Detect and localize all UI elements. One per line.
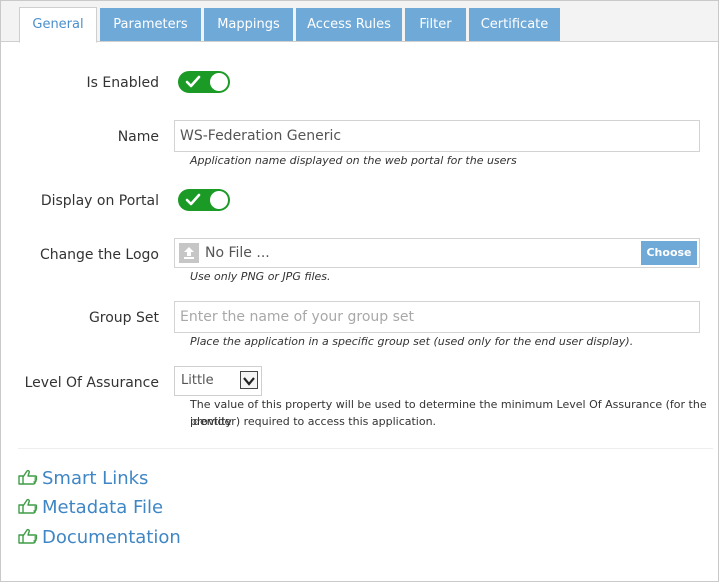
tab-general[interactable]: General [19, 7, 97, 43]
documentation-link[interactable]: Documentation [18, 526, 181, 550]
thumbs-up-icon [18, 498, 38, 514]
name-label: Name [117, 129, 159, 145]
thumbs-up-icon [18, 528, 38, 544]
level-of-assurance-select[interactable]: Little [174, 366, 262, 396]
toggle-knob [210, 73, 228, 91]
name-input[interactable]: WS-Federation Generic [174, 120, 700, 152]
group-set-label: Group Set [88, 310, 159, 326]
smart-links-link[interactable]: Smart Links [18, 467, 148, 491]
chevron-down-icon[interactable] [240, 371, 258, 389]
level-of-assurance-value: Little [181, 373, 214, 388]
level-of-assurance-label: Level Of Assurance [24, 375, 159, 391]
change-logo-label: Change the Logo [39, 247, 159, 263]
metadata-file-link[interactable]: Metadata File [18, 496, 163, 520]
smart-links-label: Smart Links [42, 468, 149, 489]
is-enabled-label: Is Enabled [86, 75, 159, 91]
group-set-help: Place the application in a specific grou… [190, 335, 634, 348]
display-on-portal-toggle[interactable] [178, 189, 230, 211]
documentation-label: Documentation [42, 527, 181, 548]
check-icon [185, 75, 201, 88]
metadata-file-label: Metadata File [42, 497, 164, 518]
name-help: Application name displayed on the web po… [190, 154, 517, 167]
upload-icon [179, 243, 199, 263]
logo-file-input[interactable]: No File ... Choose [174, 238, 700, 268]
level-of-assurance-help-line2: provider) required to access this applic… [190, 415, 437, 428]
section-divider [18, 448, 713, 449]
tab-access-rules[interactable]: Access Rules [296, 8, 402, 41]
tab-certificate[interactable]: Certificate [469, 8, 560, 41]
logo-file-text: No File ... [205, 245, 270, 261]
choose-button[interactable]: Choose [641, 241, 697, 265]
toggle-knob [210, 191, 228, 209]
group-set-input[interactable]: Enter the name of your group set [174, 301, 700, 333]
display-on-portal-label: Display on Portal [40, 193, 159, 209]
logo-help: Use only PNG or JPG files. [190, 270, 331, 283]
tab-mappings[interactable]: Mappings [204, 8, 293, 41]
tab-bar: General Parameters Mappings Access Rules… [1, 1, 718, 43]
tab-parameters[interactable]: Parameters [100, 8, 201, 41]
is-enabled-toggle[interactable] [178, 71, 230, 93]
check-icon [185, 193, 201, 206]
tab-filter[interactable]: Filter [405, 8, 466, 41]
thumbs-up-icon [18, 469, 38, 485]
